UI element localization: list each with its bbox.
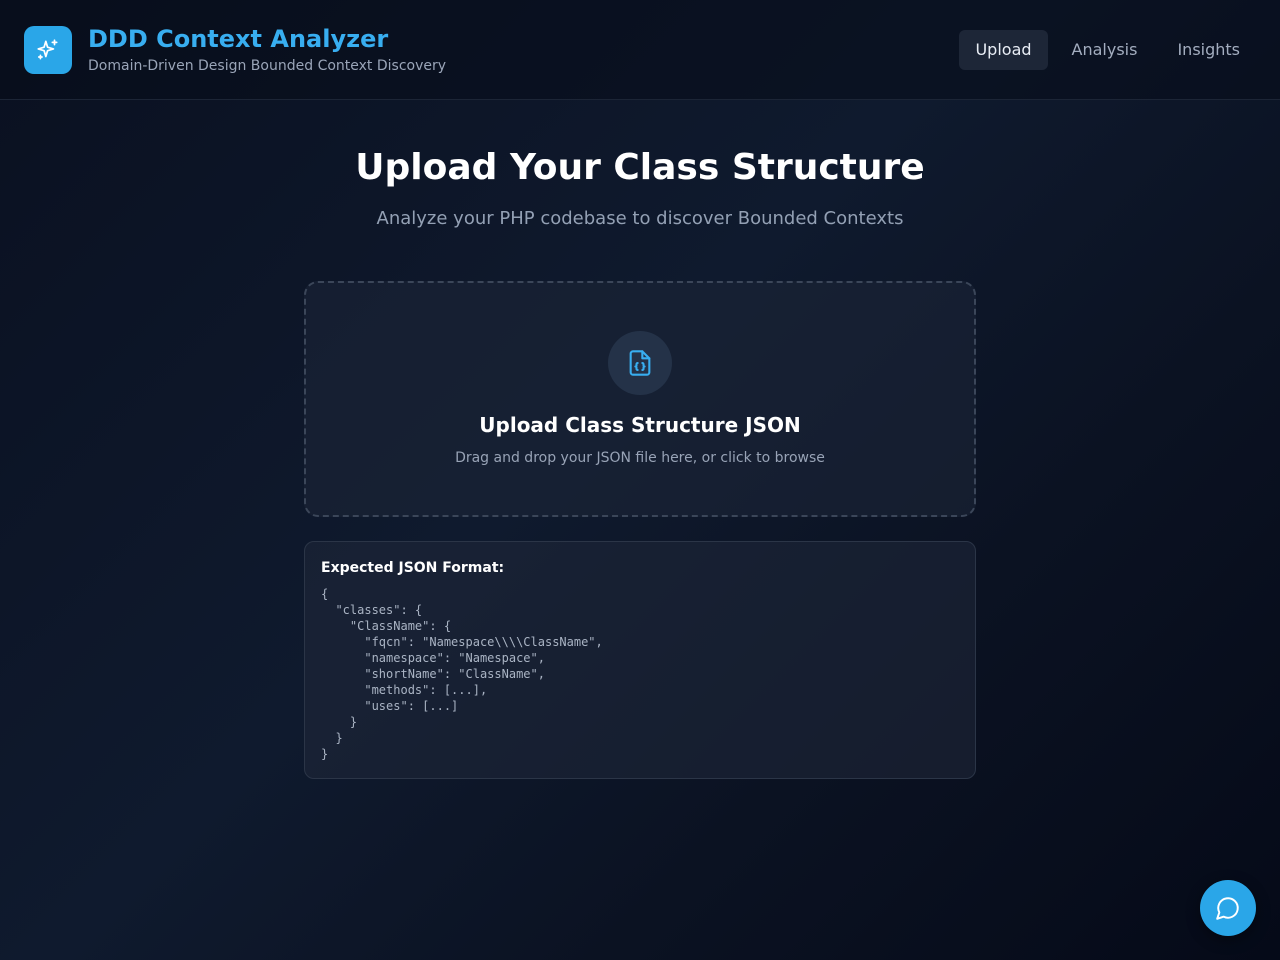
main-nav: Upload Analysis Insights [959, 30, 1256, 70]
expected-format-panel: Expected JSON Format: { "classes": { "Cl… [304, 541, 976, 779]
file-icon-circle [608, 331, 672, 395]
page-title: Upload Your Class Structure [355, 147, 925, 188]
dropzone-title: Upload Class Structure JSON [479, 413, 801, 437]
upload-dropzone[interactable]: Upload Class Structure JSON Drag and dro… [304, 281, 976, 517]
format-title: Expected JSON Format: [321, 560, 505, 576]
app-header: DDD Context Analyzer Domain-Driven Desig… [0, 0, 1280, 100]
tab-analysis[interactable]: Analysis [1056, 30, 1154, 70]
chat-bubble-icon [1216, 897, 1239, 920]
app-logo[interactable] [24, 26, 72, 74]
format-code-sample: { "classes": { "ClassName": { "fqcn": "N… [321, 587, 603, 761]
sparkles-icon [37, 39, 58, 60]
chat-button[interactable] [1200, 880, 1256, 936]
app-title: DDD Context Analyzer [88, 25, 389, 53]
file-json-icon [629, 350, 651, 376]
page-subtitle: Analyze your PHP codebase to discover Bo… [376, 208, 904, 229]
app-subtitle: Domain-Driven Design Bounded Context Dis… [88, 58, 447, 74]
tab-upload[interactable]: Upload [959, 30, 1048, 70]
dropzone-instructions: Drag and drop your JSON file here, or cl… [455, 450, 825, 466]
tab-insights[interactable]: Insights [1161, 30, 1256, 70]
